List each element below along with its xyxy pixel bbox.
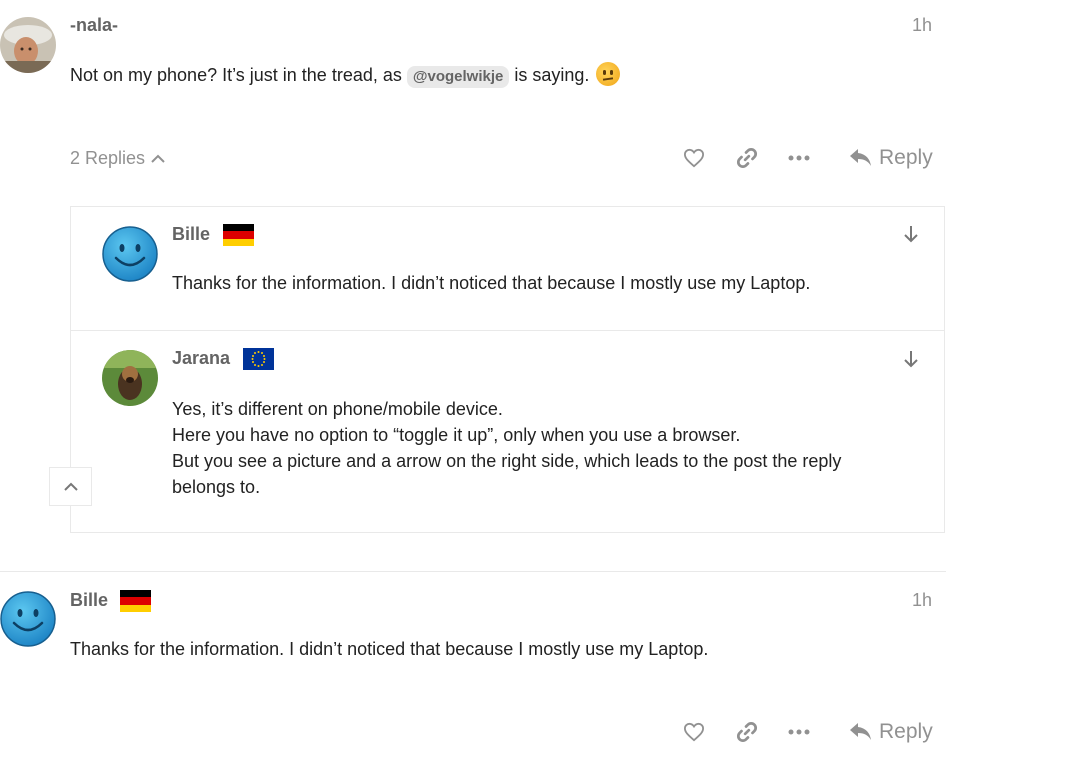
avatar-nala[interactable] [0, 17, 56, 73]
post-text-after: is saying. [514, 65, 590, 85]
arrow-down-icon [904, 351, 918, 368]
ellipsis-icon [788, 155, 810, 161]
go-to-post-button[interactable] [900, 222, 922, 246]
post-body: Thanks for the information. I didn’t not… [70, 639, 709, 659]
reply-arrow-icon [850, 723, 871, 740]
eu-flag-icon [243, 348, 274, 370]
like-button[interactable] [681, 720, 707, 744]
post-date[interactable]: 1h [912, 590, 932, 611]
avatar-jarana[interactable] [102, 350, 158, 406]
collapse-replies-button[interactable] [49, 467, 92, 506]
post-username[interactable]: Bille [70, 590, 108, 611]
avatar-bille[interactable] [102, 226, 158, 282]
user-mention[interactable]: @vogelwikje [406, 66, 510, 88]
link-icon [736, 147, 758, 169]
post-date[interactable]: 1h [912, 15, 932, 36]
embedded-text: Thanks for the information. I didn’t not… [172, 273, 811, 293]
post-text-before: Not on my phone? It’s just in the tread,… [70, 65, 402, 85]
embedded-divider [70, 330, 945, 331]
go-to-post-button[interactable] [900, 347, 922, 371]
avatar-bille[interactable] [0, 591, 56, 647]
reply-button[interactable]: Reply [849, 720, 933, 744]
arrow-down-icon [904, 226, 918, 243]
heart-icon [683, 148, 705, 168]
more-options-button[interactable] [786, 720, 812, 744]
reply-arrow-icon [850, 149, 871, 166]
text-line: But you see a picture and a arrow on the… [172, 451, 842, 471]
chevron-up-icon [151, 148, 165, 169]
germany-flag-icon [120, 590, 151, 612]
share-link-button[interactable] [734, 146, 760, 170]
like-button[interactable] [681, 146, 707, 170]
reply-label: Reply [879, 720, 933, 743]
post-divider [0, 571, 946, 572]
share-link-button[interactable] [734, 720, 760, 744]
reply-button[interactable]: Reply [849, 146, 933, 170]
replies-toggle-button[interactable]: 2 Replies [70, 148, 165, 169]
heart-icon [683, 722, 705, 742]
post-username[interactable]: -nala- [70, 15, 118, 36]
replies-toggle-label: 2 Replies [70, 148, 146, 168]
more-options-button[interactable] [786, 146, 812, 170]
embedded-username[interactable]: Bille [172, 224, 210, 245]
text-line: Yes, it’s different on phone/mobile devi… [172, 399, 503, 419]
embedded-username[interactable]: Jarana [172, 348, 230, 369]
thinking-face-icon [596, 62, 621, 86]
reply-label: Reply [879, 146, 933, 169]
ellipsis-icon [788, 729, 810, 735]
post-body: Not on my phone? It’s just in the tread,… [70, 62, 621, 88]
germany-flag-icon [223, 224, 254, 246]
text-line: belongs to. [172, 477, 261, 497]
embedded-text: Yes, it’s different on phone/mobile devi… [172, 396, 841, 500]
link-icon [736, 721, 758, 743]
chevron-up-icon [63, 482, 78, 491]
text-line: Here you have no option to “toggle it up… [172, 425, 741, 445]
